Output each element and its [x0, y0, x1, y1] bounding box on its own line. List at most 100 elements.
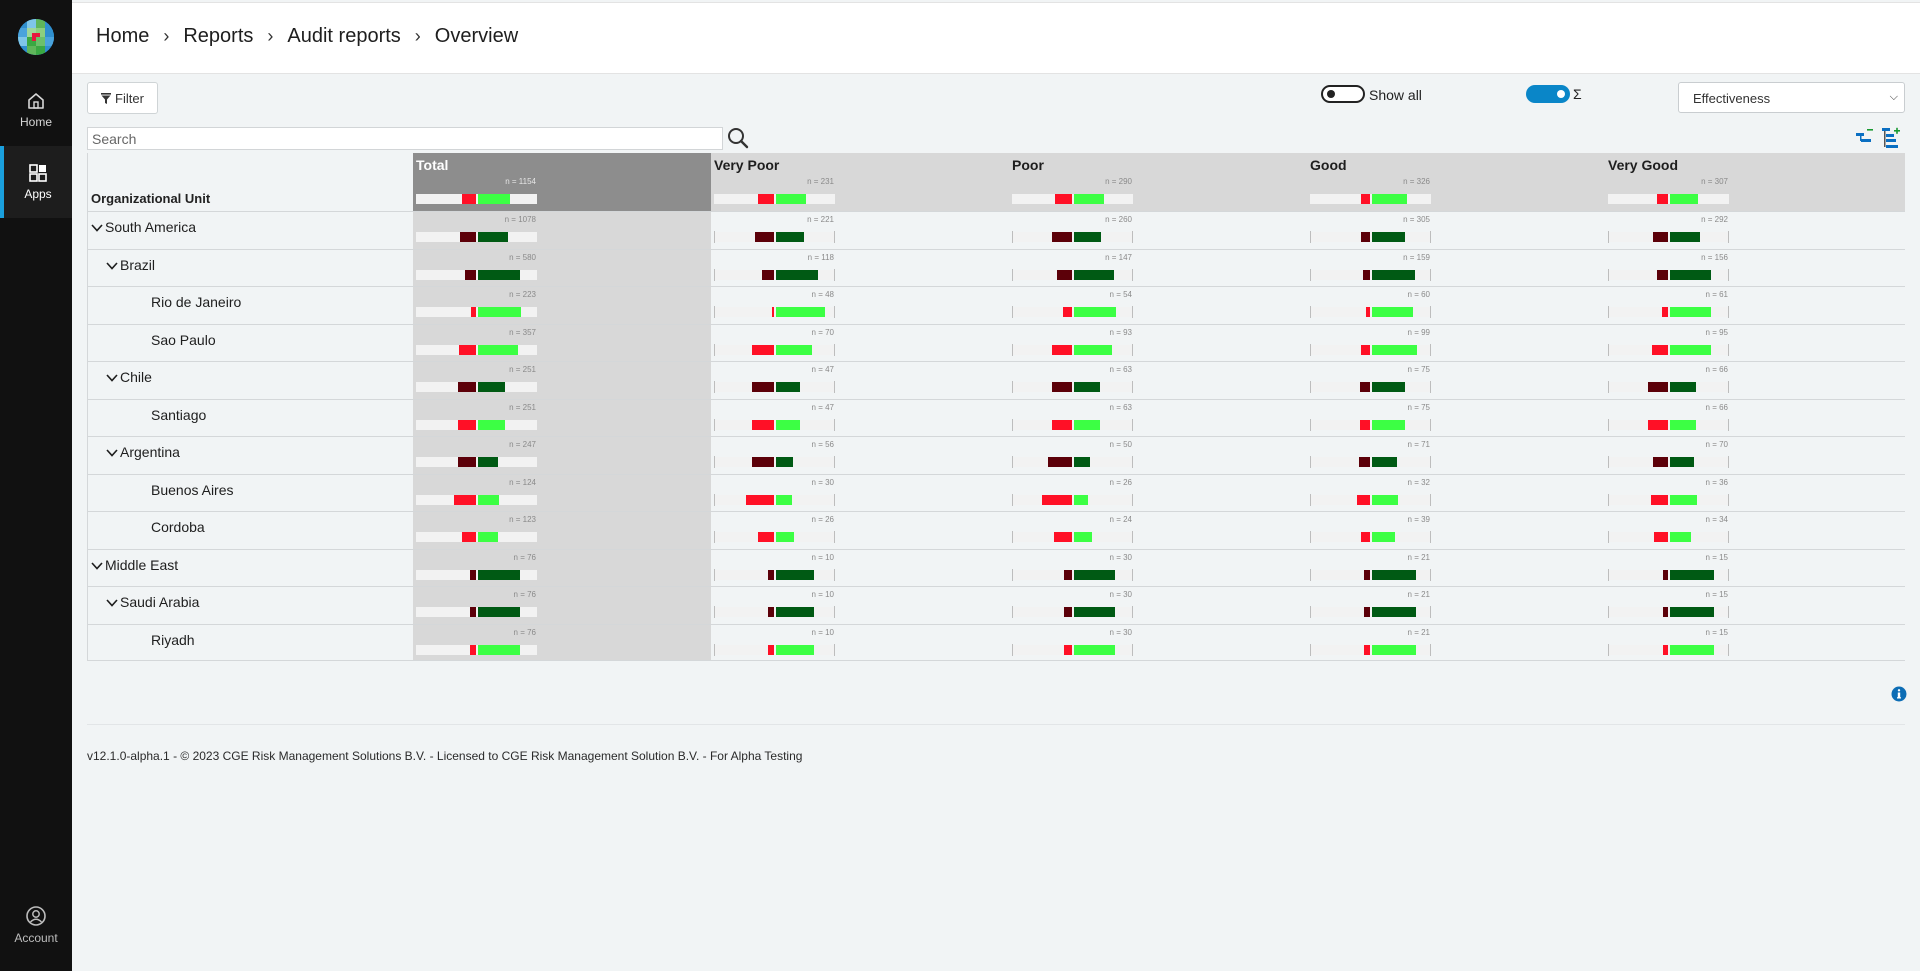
value-cell[interactable]: n = 21 [1307, 550, 1605, 587]
value-cell[interactable]: n = 147 [1009, 250, 1307, 287]
value-cell[interactable]: n = 47 [711, 400, 1009, 437]
table-row[interactable]: Saudi Arabia n = 76 n = 10 n = 30 n = 21 n = … [88, 586, 1905, 624]
sidebar-item-apps[interactable]: Apps [0, 146, 72, 218]
value-cell[interactable]: n = 26 [1009, 475, 1307, 512]
search-icon[interactable] [727, 127, 749, 154]
value-cell[interactable]: n = 36 [1605, 475, 1903, 512]
value-cell[interactable]: n = 39 [1307, 512, 1605, 549]
chevron-down-icon[interactable] [106, 595, 120, 610]
value-cell[interactable]: n = 76 [413, 587, 711, 624]
org-unit-label[interactable]: Santiago [151, 407, 206, 423]
value-cell[interactable]: n = 10 [711, 587, 1009, 624]
org-unit-label[interactable]: Chile [120, 369, 152, 385]
value-cell[interactable]: n = 93 [1009, 325, 1307, 362]
table-row[interactable]: Riyadh n = 76 n = 10 n = 30 n = 21 n = 15 [88, 623, 1905, 661]
column-header-unit[interactable]: Organizational Unit [88, 153, 413, 211]
sidebar-item-account[interactable]: Account [0, 890, 72, 960]
value-cell[interactable]: n = 251 [413, 400, 711, 437]
value-cell[interactable]: n = 156 [1605, 250, 1903, 287]
table-row[interactable]: South America n = 1078 n = 221 n = 260 n = 3… [88, 211, 1905, 249]
value-cell[interactable]: n = 223 [413, 287, 711, 324]
org-unit-label[interactable]: Saudi Arabia [120, 594, 199, 610]
app-logo[interactable] [18, 19, 54, 55]
value-cell[interactable]: n = 305 [1307, 212, 1605, 249]
table-row[interactable]: Argentina n = 247 n = 56 n = 50 n = 71 n = 70 [88, 436, 1905, 474]
value-cell[interactable]: n = 357 [413, 325, 711, 362]
value-cell[interactable]: n = 15 [1605, 550, 1903, 587]
value-cell[interactable]: n = 99 [1307, 325, 1605, 362]
value-cell[interactable]: n = 123 [413, 512, 711, 549]
value-cell[interactable]: n = 15 [1605, 625, 1903, 661]
filter-button[interactable]: Filter [87, 82, 158, 114]
collapse-all-icon[interactable] [1855, 127, 1875, 154]
value-cell[interactable]: n = 54 [1009, 287, 1307, 324]
value-cell[interactable]: n = 95 [1605, 325, 1903, 362]
value-cell[interactable]: n = 21 [1307, 625, 1605, 661]
value-cell[interactable]: n = 32 [1307, 475, 1605, 512]
chevron-down-icon[interactable] [106, 370, 120, 385]
table-row[interactable]: Middle East n = 76 n = 10 n = 30 n = 21 n = 1… [88, 548, 1905, 587]
value-cell[interactable]: n = 61 [1605, 287, 1903, 324]
column-header-poor[interactable]: Poor n = 290 [1009, 153, 1307, 211]
value-cell[interactable]: n = 60 [1307, 287, 1605, 324]
table-row[interactable]: Buenos Aires n = 124 n = 30 n = 26 n = 32 n =… [88, 473, 1905, 512]
value-cell[interactable]: n = 21 [1307, 587, 1605, 624]
value-cell[interactable]: n = 159 [1307, 250, 1605, 287]
breadcrumb-home[interactable]: Home [96, 25, 149, 48]
org-unit-label[interactable]: Brazil [120, 257, 155, 273]
column-header-very-poor[interactable]: Very Poor n = 231 [711, 153, 1009, 211]
value-cell[interactable]: n = 30 [711, 475, 1009, 512]
org-unit-label[interactable]: Buenos Aires [151, 482, 234, 498]
value-cell[interactable]: n = 124 [413, 475, 711, 512]
value-cell[interactable]: n = 30 [1009, 550, 1307, 587]
chevron-down-icon[interactable] [106, 445, 120, 460]
value-cell[interactable]: n = 10 [711, 625, 1009, 661]
value-cell[interactable]: n = 15 [1605, 587, 1903, 624]
value-cell[interactable]: n = 30 [1009, 587, 1307, 624]
value-cell[interactable]: n = 48 [711, 287, 1009, 324]
value-cell[interactable]: n = 71 [1307, 437, 1605, 474]
column-header-total[interactable]: Total n = 1154 [413, 153, 711, 211]
org-unit-label[interactable]: Riyadh [151, 632, 195, 648]
value-cell[interactable]: n = 56 [711, 437, 1009, 474]
value-cell[interactable]: n = 75 [1307, 362, 1605, 399]
breadcrumb-audit-reports[interactable]: Audit reports [287, 25, 400, 48]
search-input[interactable] [87, 127, 723, 150]
value-cell[interactable]: n = 1078 [413, 212, 711, 249]
table-row[interactable]: Rio de Janeiro n = 223 n = 48 n = 54 n = 60 n… [88, 286, 1905, 324]
table-row[interactable]: Sao Paulo n = 357 n = 70 n = 93 n = 99 n = 95 [88, 323, 1905, 362]
value-cell[interactable]: n = 251 [413, 362, 711, 399]
table-row[interactable]: Chile n = 251 n = 47 n = 63 n = 75 n = 66 [88, 361, 1905, 399]
value-cell[interactable]: n = 70 [1605, 437, 1903, 474]
value-cell[interactable]: n = 76 [413, 550, 711, 587]
value-cell[interactable]: n = 34 [1605, 512, 1903, 549]
value-cell[interactable]: n = 24 [1009, 512, 1307, 549]
value-cell[interactable]: n = 221 [711, 212, 1009, 249]
value-cell[interactable]: n = 247 [413, 437, 711, 474]
breadcrumb-reports[interactable]: Reports [183, 25, 253, 48]
value-cell[interactable]: n = 63 [1009, 400, 1307, 437]
sum-toggle[interactable] [1526, 85, 1570, 103]
info-icon[interactable] [1891, 686, 1907, 707]
org-unit-label[interactable]: Middle East [105, 557, 178, 573]
value-cell[interactable]: n = 10 [711, 550, 1009, 587]
value-cell[interactable]: n = 26 [711, 512, 1009, 549]
table-row[interactable]: Cordoba n = 123 n = 26 n = 24 n = 39 n = 34 [88, 511, 1905, 549]
org-unit-label[interactable]: Cordoba [151, 519, 205, 535]
value-cell[interactable]: n = 580 [413, 250, 711, 287]
chevron-down-icon[interactable] [91, 220, 105, 235]
value-cell[interactable]: n = 118 [711, 250, 1009, 287]
value-cell[interactable]: n = 30 [1009, 625, 1307, 661]
value-cell[interactable]: n = 66 [1605, 362, 1903, 399]
value-cell[interactable]: n = 63 [1009, 362, 1307, 399]
sidebar-item-home[interactable]: Home [0, 74, 72, 146]
table-row[interactable]: Brazil n = 580 n = 118 n = 147 n = 159 n = 15… [88, 248, 1905, 287]
value-cell[interactable]: n = 47 [711, 362, 1009, 399]
org-unit-label[interactable]: Argentina [120, 444, 180, 460]
value-cell[interactable]: n = 260 [1009, 212, 1307, 249]
chevron-down-icon[interactable] [106, 258, 120, 273]
value-cell[interactable]: n = 76 [413, 625, 711, 661]
org-unit-label[interactable]: South America [105, 219, 196, 235]
metric-select[interactable]: Effectiveness ⌵ [1678, 82, 1905, 113]
value-cell[interactable]: n = 50 [1009, 437, 1307, 474]
